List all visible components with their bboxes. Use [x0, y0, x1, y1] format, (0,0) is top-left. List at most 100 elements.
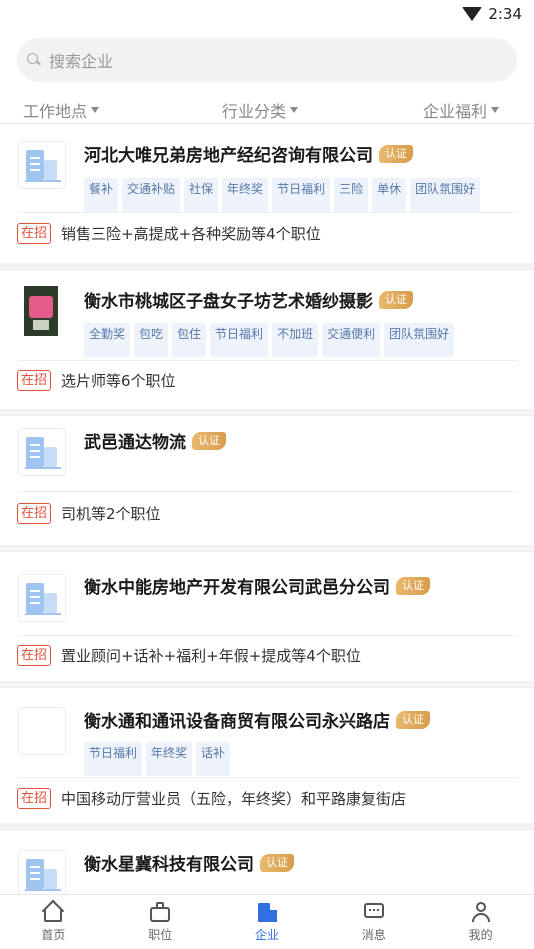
- divider: [18, 777, 518, 778]
- company-logo: [18, 574, 66, 622]
- benefit-tag: 团队氛围好: [410, 178, 481, 212]
- wifi-icon: [462, 7, 483, 21]
- hiring-badge: 在招: [17, 645, 52, 666]
- hiring-badge: 在招: [17, 370, 52, 391]
- benefit-tag: 单休: [372, 178, 407, 212]
- job-summary[interactable]: 在招 销售三险+高提成+各种奖励等4个职位: [17, 223, 321, 244]
- benefit-tags: 节日福利 年终奖 话补: [84, 742, 231, 776]
- tab-companies-label: 企业: [254, 928, 279, 942]
- company-card[interactable]: 衡水中能房地产开发有限公司武邑分公司 认证 在招 置业顾问+话补+福利+年假+提…: [0, 551, 534, 681]
- job-summary[interactable]: 在招 选片师等6个职位: [17, 370, 176, 391]
- benefit-tags: 餐补 交通补贴 社保 年终奖 节日福利 三险 单休 团队氛围好: [84, 178, 481, 212]
- job-summary-text: 选片师等6个职位: [61, 372, 176, 390]
- blank-logo: [18, 707, 66, 755]
- status-time: 2:34: [488, 5, 522, 23]
- hiring-badge: 在招: [17, 223, 52, 244]
- building-icon: [26, 859, 44, 889]
- profile-icon: [469, 901, 493, 923]
- company-name: 衡水中能房地产开发有限公司武邑分公司: [84, 578, 390, 598]
- filter-row: 工作地点 行业分类 企业福利: [0, 98, 534, 124]
- divider: [18, 360, 518, 361]
- job-summary[interactable]: 在招 中国移动厅营业员（五险，年终奖）和平路康复街店: [17, 788, 406, 809]
- verified-badge: 认证: [379, 290, 413, 309]
- company-icon: [255, 901, 279, 923]
- company-name: 衡水星冀科技有限公司: [84, 855, 254, 875]
- tab-profile[interactable]: 我的: [427, 895, 534, 949]
- company-logo: [18, 850, 66, 898]
- benefit-tag: 团队氛围好: [384, 323, 455, 357]
- divider: [18, 635, 518, 636]
- status-bar: 2:34: [0, 0, 534, 30]
- briefcase-icon: [148, 901, 172, 923]
- verified-badge: 认证: [396, 710, 430, 729]
- job-summary[interactable]: 在招 司机等2个职位: [17, 503, 161, 524]
- search-icon: [27, 53, 41, 67]
- benefit-tag: 三险: [334, 178, 369, 212]
- benefit-tag: 社保: [184, 178, 219, 212]
- tab-home[interactable]: 首页: [0, 895, 107, 949]
- tab-messages-label: 消息: [361, 928, 386, 942]
- caret-down-icon: [290, 107, 299, 113]
- tab-profile-label: 我的: [468, 928, 493, 942]
- tab-companies[interactable]: 企业: [214, 895, 321, 949]
- building-icon: [26, 150, 44, 180]
- divider: [18, 212, 518, 213]
- benefit-tag: 不加班: [272, 323, 319, 357]
- company-card[interactable]: 河北大唯兄弟房地产经纪咨询有限公司 认证 餐补 交通补贴 社保 年终奖 节日福利…: [0, 123, 534, 263]
- benefit-tag: 节日福利: [272, 178, 331, 212]
- company-photo: [24, 286, 58, 336]
- building-icon: [26, 583, 44, 613]
- filter-benefits[interactable]: 企业福利: [423, 98, 500, 122]
- job-summary[interactable]: 在招 置业顾问+话补+福利+年假+提成等4个职位: [17, 645, 361, 666]
- search-input[interactable]: 搜索企业: [17, 38, 517, 82]
- company-name: 衡水通和通讯设备商贸有限公司永兴路店: [84, 712, 390, 732]
- company-name: 衡水市桃城区子盘女子坊艺术婚纱摄影: [84, 292, 373, 312]
- job-summary-text: 销售三险+高提成+各种奖励等4个职位: [61, 225, 321, 243]
- company-logo: [18, 141, 66, 189]
- tab-jobs[interactable]: 职位: [107, 895, 214, 949]
- job-summary-text: 置业顾问+话补+福利+年假+提成等4个职位: [61, 647, 361, 665]
- job-summary-text: 司机等2个职位: [61, 505, 161, 523]
- message-icon: [362, 901, 386, 923]
- tab-messages[interactable]: 消息: [320, 895, 427, 949]
- filter-benefits-label: 企业福利: [423, 102, 488, 121]
- filter-location[interactable]: 工作地点: [23, 98, 100, 122]
- benefit-tag: 包吃: [134, 323, 169, 357]
- filter-industry-label: 行业分类: [222, 102, 287, 121]
- bottom-tab-bar: 首页 职位 企业 消息 我的: [0, 894, 534, 949]
- hiring-badge: 在招: [17, 788, 52, 809]
- divider: [18, 491, 518, 492]
- building-icon: [26, 437, 44, 467]
- caret-down-icon: [91, 107, 100, 113]
- hiring-badge: 在招: [17, 503, 52, 524]
- benefit-tag: 节日福利: [210, 323, 269, 357]
- company-name: 河北大唯兄弟房地产经纪咨询有限公司: [84, 146, 373, 166]
- benefit-tag: 餐补: [84, 178, 119, 212]
- job-summary-text: 中国移动厅营业员（五险，年终奖）和平路康复街店: [61, 790, 407, 808]
- benefit-tag: 全勤奖: [84, 323, 131, 357]
- status-indicators: 2:34: [462, 5, 522, 23]
- company-logo: [18, 428, 66, 476]
- company-list: 河北大唯兄弟房地产经纪咨询有限公司 认证 餐补 交通补贴 社保 年终奖 节日福利…: [0, 123, 534, 909]
- benefit-tag: 包住: [172, 323, 207, 357]
- filter-location-label: 工作地点: [23, 102, 88, 121]
- company-card[interactable]: 武邑通达物流 认证 在招 司机等2个职位: [0, 415, 534, 545]
- benefit-tags: 全勤奖 包吃 包住 节日福利 不加班 交通便利 团队氛围好: [84, 323, 455, 357]
- tab-jobs-label: 职位: [148, 928, 173, 942]
- company-name: 武邑通达物流: [84, 433, 186, 453]
- company-card[interactable]: 衡水通和通讯设备商贸有限公司永兴路店 认证 节日福利 年终奖 话补 在招 中国移…: [0, 687, 534, 823]
- verified-badge: 认证: [192, 431, 226, 450]
- company-card[interactable]: 衡水市桃城区子盘女子坊艺术婚纱摄影 认证 全勤奖 包吃 包住 节日福利 不加班 …: [0, 269, 534, 409]
- verified-badge: 认证: [379, 144, 413, 163]
- benefit-tag: 话补: [196, 742, 231, 776]
- benefit-tag: 节日福利: [84, 742, 143, 776]
- caret-down-icon: [491, 107, 500, 113]
- benefit-tag: 年终奖: [222, 178, 269, 212]
- verified-badge: 认证: [260, 853, 294, 872]
- benefit-tag: 交通便利: [322, 323, 381, 357]
- filter-industry[interactable]: 行业分类: [222, 98, 299, 122]
- benefit-tag: 年终奖: [146, 742, 193, 776]
- verified-badge: 认证: [396, 576, 430, 595]
- benefit-tag: 交通补贴: [122, 178, 181, 212]
- home-icon: [41, 899, 65, 923]
